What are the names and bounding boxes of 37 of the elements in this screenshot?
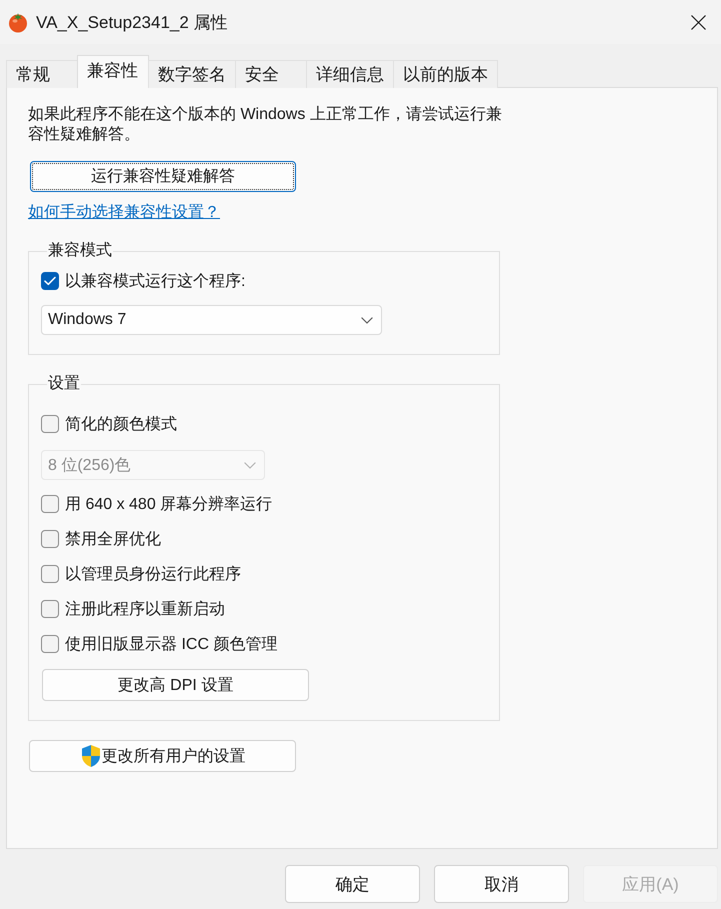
tab[interactable]: 常规	[6, 60, 78, 88]
checkbox-label: 禁用全屏优化	[65, 530, 161, 550]
dropdown[interactable]: Windows 7	[41, 305, 382, 335]
checkbox[interactable]	[41, 530, 59, 548]
group-title: 设置	[47, 374, 81, 394]
chevron-down-icon	[361, 316, 373, 324]
chevron-down-icon	[244, 462, 256, 468]
tab[interactable]: 以前的版本	[393, 60, 498, 88]
group-title: 兼容模式	[47, 241, 113, 261]
checkbox[interactable]	[41, 272, 59, 290]
tab[interactable]: 安全	[235, 60, 307, 88]
tab[interactable]: 详细信息	[306, 60, 394, 88]
checkbox-label: 以兼容模式运行这个程序:	[65, 272, 246, 292]
window-title: VA_X_Setup2341_2 属性	[36, 12, 229, 34]
checkbox-label: 使用旧版显示器 ICC 颜色管理	[65, 634, 278, 654]
checkbox[interactable]	[41, 415, 59, 433]
troubleshooter-button[interactable]: 运行兼容性疑难解答	[30, 161, 296, 192]
checkbox-label: 以管理员身份运行此程序	[65, 564, 241, 584]
description-text: 如果此程序不能在这个版本的 Windows 上正常工作，请尝试运行兼容性疑难解答。	[28, 105, 503, 145]
change-dpi-button[interactable]: 更改高 DPI 设置	[42, 669, 309, 701]
checkbox[interactable]	[41, 635, 59, 653]
checkbox-label: 用 640 x 480 屏幕分辨率运行	[65, 494, 272, 514]
help-link[interactable]: 如何手动选择兼容性设置？	[28, 203, 220, 223]
tab[interactable]: 兼容性	[77, 55, 149, 88]
checkmark-icon	[44, 276, 56, 286]
checkbox[interactable]	[41, 565, 59, 583]
shield-icon	[80, 744, 102, 768]
checkbox-label: 简化的颜色模式	[65, 414, 177, 434]
tab[interactable]: 数字签名	[148, 60, 236, 88]
dialog-button[interactable]: 取消	[434, 865, 569, 903]
checkbox[interactable]	[41, 495, 59, 513]
tomato-icon	[7, 11, 29, 33]
close-icon	[690, 14, 706, 30]
all-users-settings-button[interactable]: 更改所有用户的设置	[29, 740, 296, 772]
checkbox-label: 注册此程序以重新启动	[65, 600, 225, 620]
dialog-button[interactable]: 确定	[285, 865, 420, 903]
checkbox[interactable]	[41, 600, 59, 618]
